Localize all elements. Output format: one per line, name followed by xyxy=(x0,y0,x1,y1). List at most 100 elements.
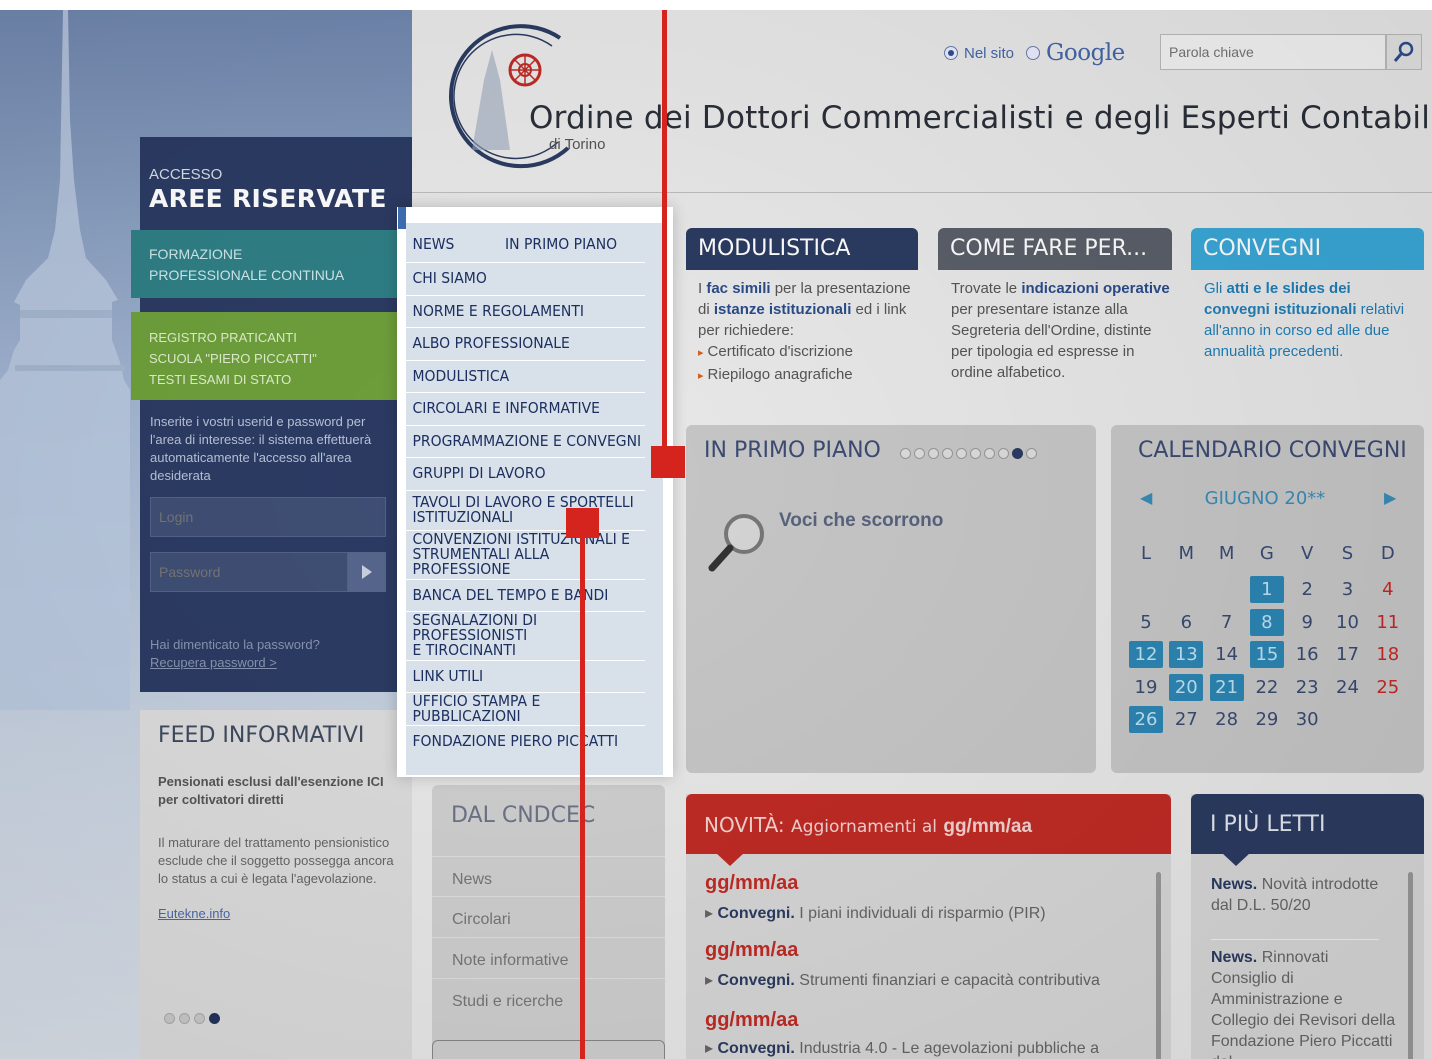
cndcec-item-circolari[interactable]: Circolari xyxy=(432,896,665,936)
menu-item[interactable]: TAVOLI DI LAVORO E SPORTELLI ISTITUZIONA… xyxy=(406,489,646,530)
menu-item-in-primo-piano[interactable]: IN PRIMO PIANO xyxy=(505,230,617,258)
formazione-button[interactable]: FORMAZIONE PROFESSIONALE CONTINUA xyxy=(131,230,401,298)
annotation-line-top xyxy=(662,10,667,458)
calendar-day-event[interactable]: 8 xyxy=(1249,608,1284,636)
calendar-day: 29 xyxy=(1255,709,1279,730)
novita-entry-date: gg/mm/aa xyxy=(705,939,799,961)
carousel-dot[interactable] xyxy=(914,448,925,459)
recover-password-link[interactable]: Recupera password > xyxy=(150,655,277,670)
search-scope: Nel sito Google xyxy=(944,40,1125,66)
calendar-day-event[interactable]: 20 xyxy=(1169,673,1204,701)
come-fare-header[interactable]: COME FARE PER... xyxy=(938,228,1172,270)
text-fragment: Gli xyxy=(1204,280,1227,297)
website-screenshot: Ordine dei Dottori Commercialisti e degl… xyxy=(0,10,1432,1059)
carousel-dot[interactable] xyxy=(928,448,939,459)
calendar-day: 7 xyxy=(1220,611,1233,633)
cndcec-item-news[interactable]: News xyxy=(432,856,665,896)
novita-entry-category: Convegni. xyxy=(717,972,795,989)
novita-entry-text: I piani individuali di risparmio (PIR) xyxy=(799,905,1046,922)
search-button[interactable] xyxy=(1386,34,1422,70)
istanze-link[interactable]: istanze istituzionali xyxy=(714,301,852,318)
carousel-dot[interactable] xyxy=(900,448,911,459)
convegni-header[interactable]: CONVEGNI xyxy=(1191,228,1424,270)
cndcec-item-studi[interactable]: Studi e ricerche xyxy=(432,978,665,1018)
novita-title: NOVITÀ: Aggiornamenti al gg/mm/aa xyxy=(704,813,1032,838)
radio-google[interactable] xyxy=(1026,46,1041,60)
calendar-day-event[interactable]: 21 xyxy=(1209,673,1244,701)
carousel-dot[interactable] xyxy=(1026,448,1037,459)
menu-item[interactable]: SEGNALAZIONI DI PROFESSIONISTI E TIROCIN… xyxy=(406,611,646,659)
indicazioni-link[interactable]: indicazioni operative xyxy=(1021,280,1169,297)
feed-headline[interactable]: Pensionati esclusi dall'esenzione ICI pe… xyxy=(158,773,398,809)
novita-entry-date: gg/mm/aa xyxy=(705,1009,799,1031)
carousel-dot[interactable] xyxy=(194,1013,205,1024)
carousel-dot[interactable] xyxy=(1012,448,1023,459)
calendar-day-event[interactable]: 1 xyxy=(1249,576,1284,603)
novita-entry-text: Strumenti finanziari e capacità contribu… xyxy=(799,972,1100,989)
carousel-dot[interactable] xyxy=(998,448,1009,459)
annotation-line-bottom xyxy=(580,530,585,1059)
calendar-day: 23 xyxy=(1295,676,1319,698)
calendar-weekday: V xyxy=(1301,543,1314,564)
menu-item[interactable]: BANCA DEL TEMPO E BANDI xyxy=(406,578,646,611)
carousel-dot[interactable] xyxy=(209,1013,220,1024)
calendar-day: 25 xyxy=(1376,676,1400,698)
menu-item[interactable]: NORME E REGOLAMENTI xyxy=(406,294,646,327)
login-input[interactable] xyxy=(150,497,386,537)
feed-source-link[interactable]: Eutekne.info xyxy=(158,906,230,921)
menu-item[interactable]: CIRCOLARI E INFORMATIVE xyxy=(406,392,646,424)
piu-letti-category: News. xyxy=(1211,949,1258,966)
carousel-dot[interactable] xyxy=(970,448,981,459)
menu-item[interactable]: GRUPPI DI LAVORO xyxy=(406,457,646,489)
novita-entry[interactable]: ▸ Convegni. I piani individuali di rispa… xyxy=(705,903,1155,923)
novita-scrollbar[interactable] xyxy=(1156,872,1161,1059)
menu-item[interactable]: PROGRAMMAZIONE E CONVEGNI xyxy=(406,424,646,457)
primo-piano-carousel-dots xyxy=(900,448,1037,459)
login-submit-button[interactable] xyxy=(348,552,386,592)
novita-date: gg/mm/aa xyxy=(943,816,1033,837)
menu-item[interactable]: FONDAZIONE PIERO PICCATTI xyxy=(406,724,646,757)
bullet-item[interactable]: ▸ Riepilogo anagrafiche xyxy=(698,364,918,387)
carousel-dot[interactable] xyxy=(984,448,995,459)
piu-letti-scrollbar[interactable] xyxy=(1408,872,1413,1059)
novita-entry[interactable]: ▸ Convegni. Industria 4.0 - Le agevolazi… xyxy=(705,1038,1155,1058)
header-divider xyxy=(412,192,1432,193)
piu-letti-title: I PIÙ LETTI xyxy=(1210,812,1326,837)
password-input[interactable] xyxy=(150,552,348,592)
piu-letti-entry[interactable]: News. Novità introdotte dal D.L. 50/20 xyxy=(1211,874,1396,916)
menu-item[interactable]: UFFICIO STAMPA E PUBBLICAZIONI xyxy=(406,692,646,724)
menu-item[interactable]: CONVENZIONI ISTITUZIONALI E STRUMENTALI … xyxy=(406,530,646,578)
menu-item[interactable]: ALBO PROFESSIONALE xyxy=(406,327,646,359)
calendar-day-event[interactable]: 13 xyxy=(1169,641,1204,668)
calendar-day-event[interactable]: 26 xyxy=(1129,706,1163,733)
novita-entry-date: gg/mm/aa xyxy=(705,872,799,894)
calendar-prev-icon[interactable]: ◀ xyxy=(1140,488,1152,508)
registro-button[interactable]: REGISTRO PRATICANTI SCUOLA "PIERO PICCAT… xyxy=(131,312,401,400)
calendar-day-event[interactable]: 15 xyxy=(1249,641,1284,668)
menu-item[interactable]: MODULISTICA xyxy=(406,359,646,392)
search-input[interactable] xyxy=(1160,34,1386,70)
menu-item[interactable]: LINK UTILI xyxy=(406,659,646,692)
piu-letti-entry[interactable]: News. Rinnovati Consiglio di Amministraz… xyxy=(1211,947,1396,1059)
carousel-dot[interactable] xyxy=(179,1013,190,1024)
novita-entry[interactable]: ▸ Convegni. Strumenti finanziari e capac… xyxy=(705,970,1155,990)
calendar-day-event[interactable]: 12 xyxy=(1129,641,1163,668)
modulistica-header[interactable]: MODULISTICA xyxy=(686,228,918,270)
calendar-day: 19 xyxy=(1134,676,1158,698)
bullet-label: Riepilogo anagrafiche xyxy=(707,366,853,383)
carousel-dot[interactable] xyxy=(956,448,967,459)
calendar-next-icon[interactable]: ▶ xyxy=(1384,488,1396,508)
modulistica-text: I fac simili per la presentazione di ist… xyxy=(698,278,918,387)
bullet-item[interactable]: ▸ Certificato d'iscrizione xyxy=(698,341,918,364)
carousel-dot[interactable] xyxy=(164,1013,175,1024)
dal-cndcec-title: DAL CNDCEC xyxy=(451,803,596,828)
carousel-dot[interactable] xyxy=(942,448,953,459)
cndcec-item-note[interactable]: Note informative xyxy=(432,937,665,977)
fac-simili-link[interactable]: fac simili xyxy=(706,280,770,297)
radio-site[interactable] xyxy=(944,46,958,60)
menu-accent xyxy=(398,207,406,229)
play-icon xyxy=(362,565,372,579)
calendar-day: 10 xyxy=(1336,611,1359,633)
menu-item[interactable]: CHI SIAMO xyxy=(406,262,646,294)
atti-slides-link[interactable]: atti e le slides dei convegni istituzion… xyxy=(1204,280,1357,318)
